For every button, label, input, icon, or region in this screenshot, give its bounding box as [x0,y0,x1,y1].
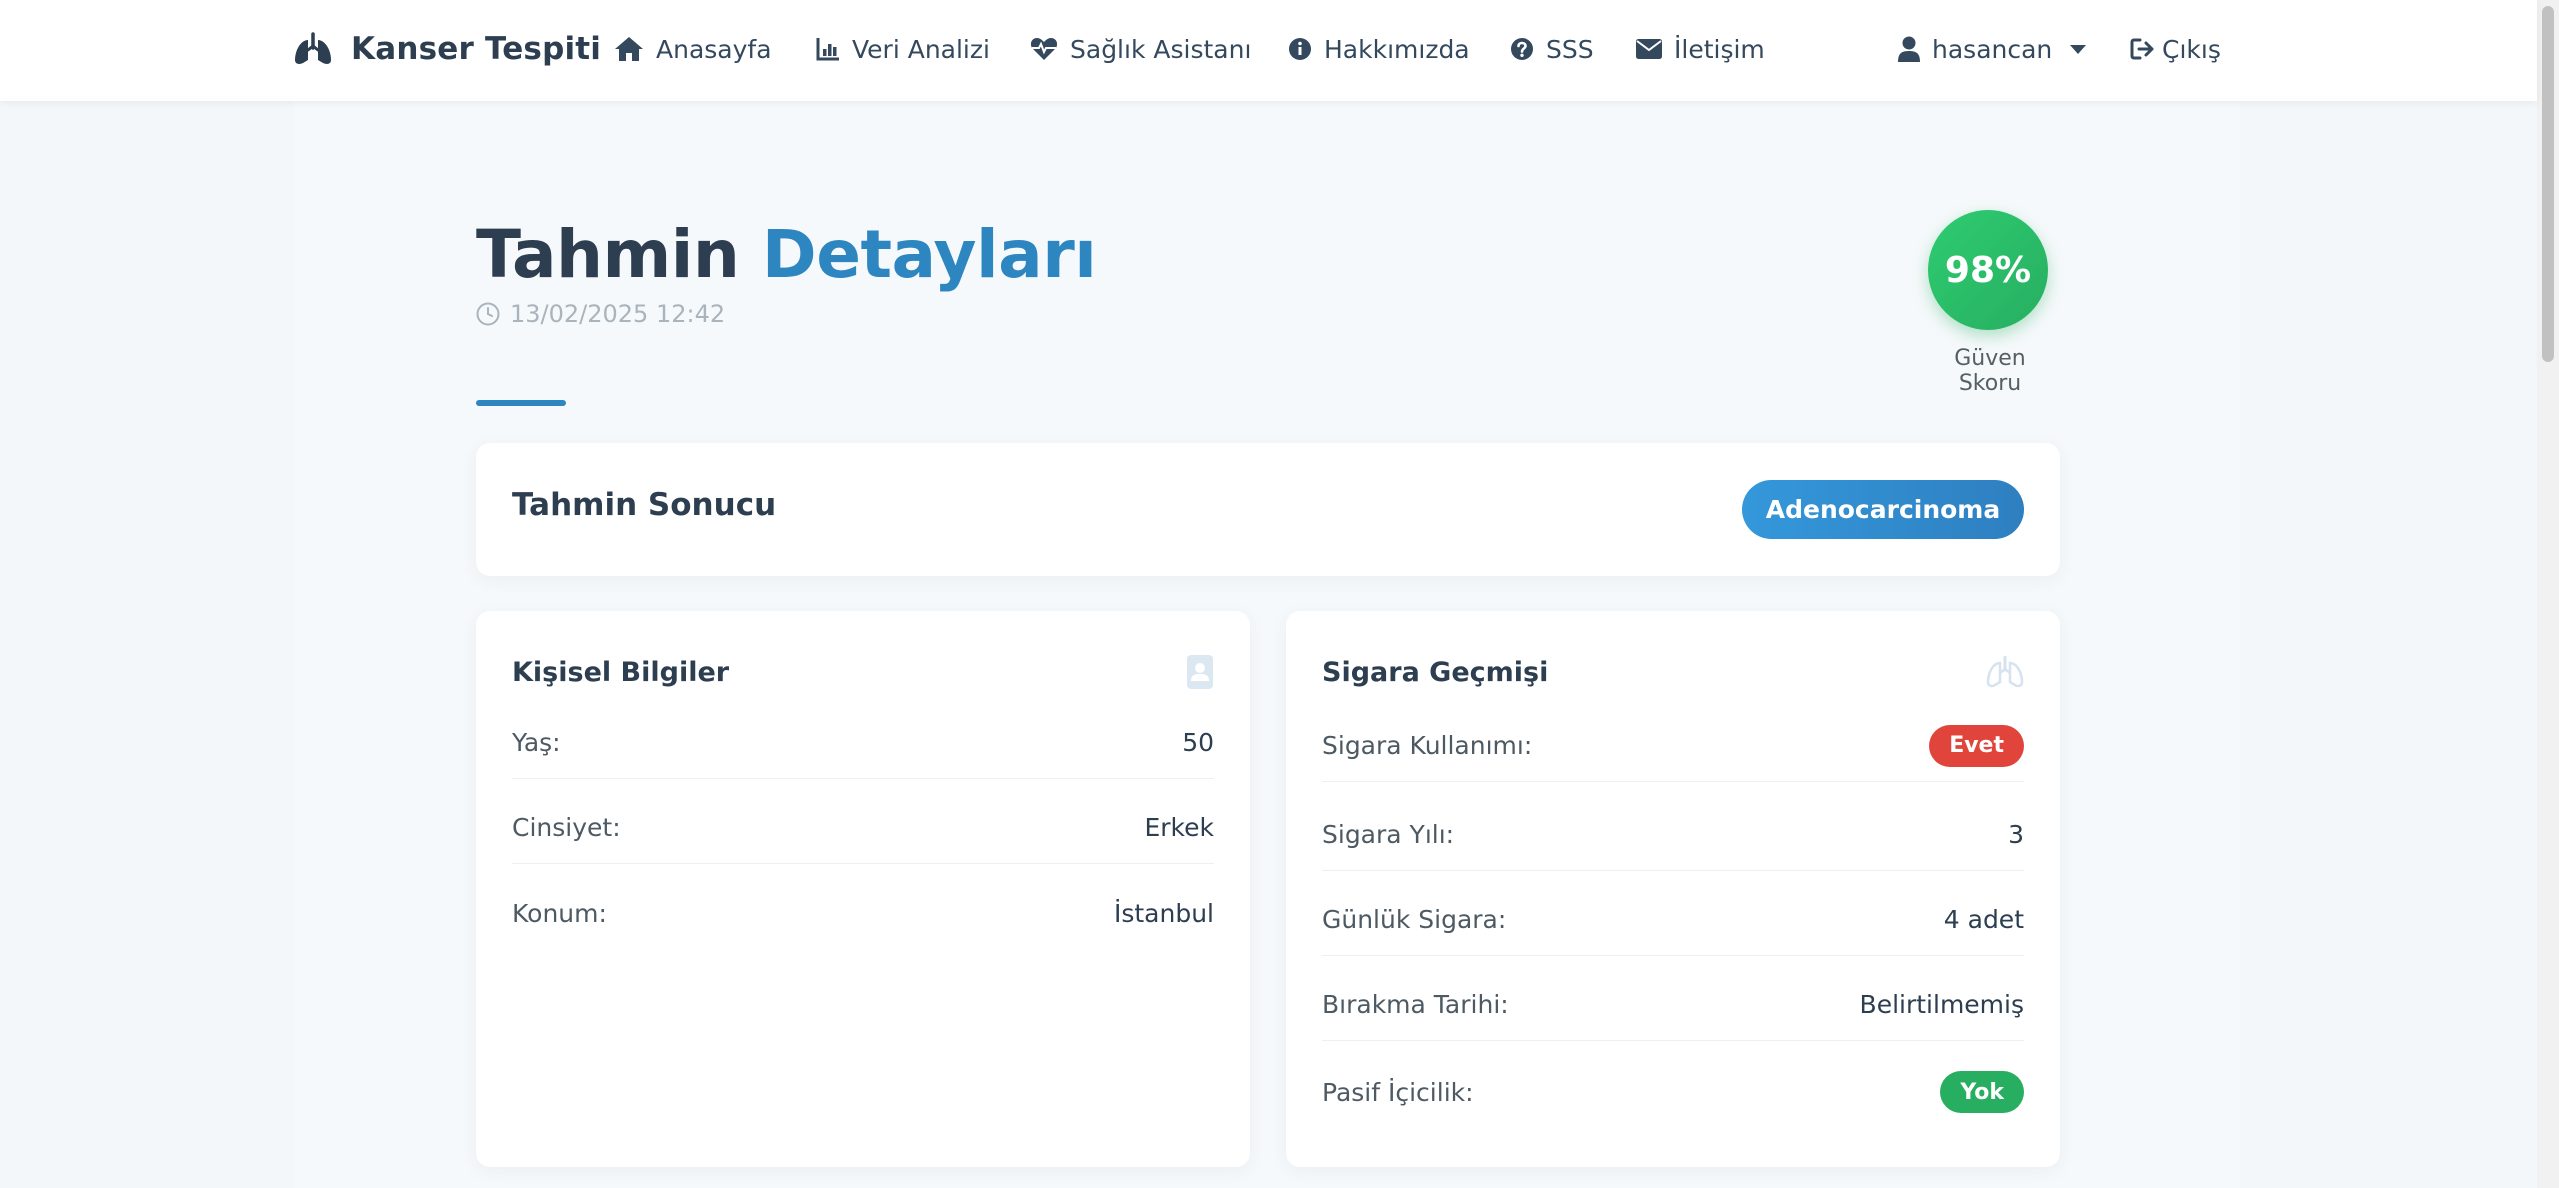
title-part-2: Detayları [761,216,1097,293]
card-header: Kişisel Bilgiler [512,647,1214,697]
clock-icon [476,302,500,326]
question-circle-icon [1511,38,1533,60]
row-value: Erkek [1144,813,1214,842]
info-row-quit-date: Bırakma Tarihi: Belirtilmemiş [1322,969,2024,1041]
row-value: Belirtilmemiş [1859,990,2024,1019]
brand-name: Kanser Tespiti [351,31,602,67]
page-scrollbar[interactable] [2537,0,2559,1188]
lungs-icon [295,32,331,64]
nav-label: Anasayfa [656,34,772,64]
info-circle-icon [1289,38,1311,60]
brand-link[interactable]: Kanser Tespiti [293,28,601,70]
result-title: Tahmin Sonucu [512,487,777,523]
nav-label: Veri Analizi [852,34,990,64]
status-badge-smoking: Evet [1929,724,2024,767]
personal-info-card: Kişisel Bilgiler Yaş: 50 Cinsiyet: Erkek… [476,611,1250,1167]
user-dropdown[interactable]: hasancan [1898,28,2087,70]
confidence-score-value: 98% [1944,249,2032,291]
nav-item-veri-analizi[interactable]: Veri Analizi [816,28,990,70]
logout-link[interactable]: Çıkış [2130,28,2221,70]
row-label: Sigara Yılı: [1322,820,1455,849]
nav-item-anasayfa[interactable]: Anasayfa [614,28,772,70]
row-label: Cinsiyet: [512,813,621,842]
row-value: 4 adet [1943,905,2024,934]
row-label: Yaş: [512,728,561,757]
row-label: Konum: [512,898,607,928]
prediction-result-card: Tahmin Sonucu Adenocarcinoma [476,443,2060,576]
title-part-1: Tahmin [476,216,740,293]
nav-item-saglik-asistani[interactable]: Sağlık Asistanı [1030,28,1251,70]
info-row-smoking: Sigara Kullanımı: Evet [1322,710,2024,782]
envelope-icon [1636,39,1662,59]
page-title: Tahmin Detayları [476,222,1097,288]
user-name: hasancan [1932,34,2053,64]
status-badge-passive: Yok [1940,1071,2024,1113]
info-row-age: Yaş: 50 [512,707,1214,779]
title-underline [476,400,566,406]
info-row-passive-smoking: Pasif İçicilik: Yok [1322,1056,2024,1128]
logout-label: Çıkış [2162,34,2221,64]
nav-label: SSS [1546,34,1594,64]
timestamp-text: 13/02/2025 12:42 [510,300,726,328]
info-row-daily-cigarettes: Günlük Sigara: 4 adet [1322,884,2024,956]
row-label: Günlük Sigara: [1322,905,1507,934]
chart-bar-icon [816,38,839,61]
id-card-icon [1187,655,1213,689]
row-label: Pasif İçicilik: [1322,1077,1474,1107]
scrollbar-thumb[interactable] [2542,6,2554,362]
result-badge: Adenocarcinoma [1742,480,2024,539]
info-row-location: Konum: İstanbul [512,877,1214,949]
row-value: 3 [2008,820,2024,849]
home-icon [615,37,643,61]
nav-item-sss[interactable]: SSS [1510,28,1594,70]
row-value: 50 [1182,728,1214,757]
sign-out-icon [2130,38,2154,60]
nav-item-iletisim[interactable]: İletişim [1636,28,1765,70]
card-header: Sigara Geçmişi [1322,647,2024,697]
confidence-score-label: Güven Skoru [1954,346,2026,396]
row-value: İstanbul [1113,898,1214,928]
nav-label: Sağlık Asistanı [1070,34,1252,64]
nav-label: İletişim [1674,34,1765,64]
timestamp: 13/02/2025 12:42 [476,300,725,328]
smoking-history-card: Sigara Geçmişi Sigara Kullanımı: Evet Si… [1286,611,2060,1167]
card-title: Kişisel Bilgiler [512,656,730,688]
heart-pulse-icon [1030,38,1058,60]
navbar: Kanser Tespiti Anasayfa Veri Analizi Sağ… [0,0,2537,101]
confidence-score-badge: 98% [1928,210,2048,330]
chevron-down-icon [2070,44,2087,54]
info-row-smoking-years: Sigara Yılı: 3 [1322,799,2024,871]
row-label: Sigara Kullanımı: [1322,731,1533,760]
nav-label: Hakkımızda [1324,34,1470,64]
lungs-icon [1986,656,2024,688]
user-icon [1898,36,1920,62]
row-label: Bırakma Tarihi: [1322,990,1509,1019]
card-title: Sigara Geçmişi [1322,656,1549,688]
info-row-gender: Cinsiyet: Erkek [512,792,1214,864]
nav-item-hakkimizda[interactable]: Hakkımızda [1288,28,1470,70]
